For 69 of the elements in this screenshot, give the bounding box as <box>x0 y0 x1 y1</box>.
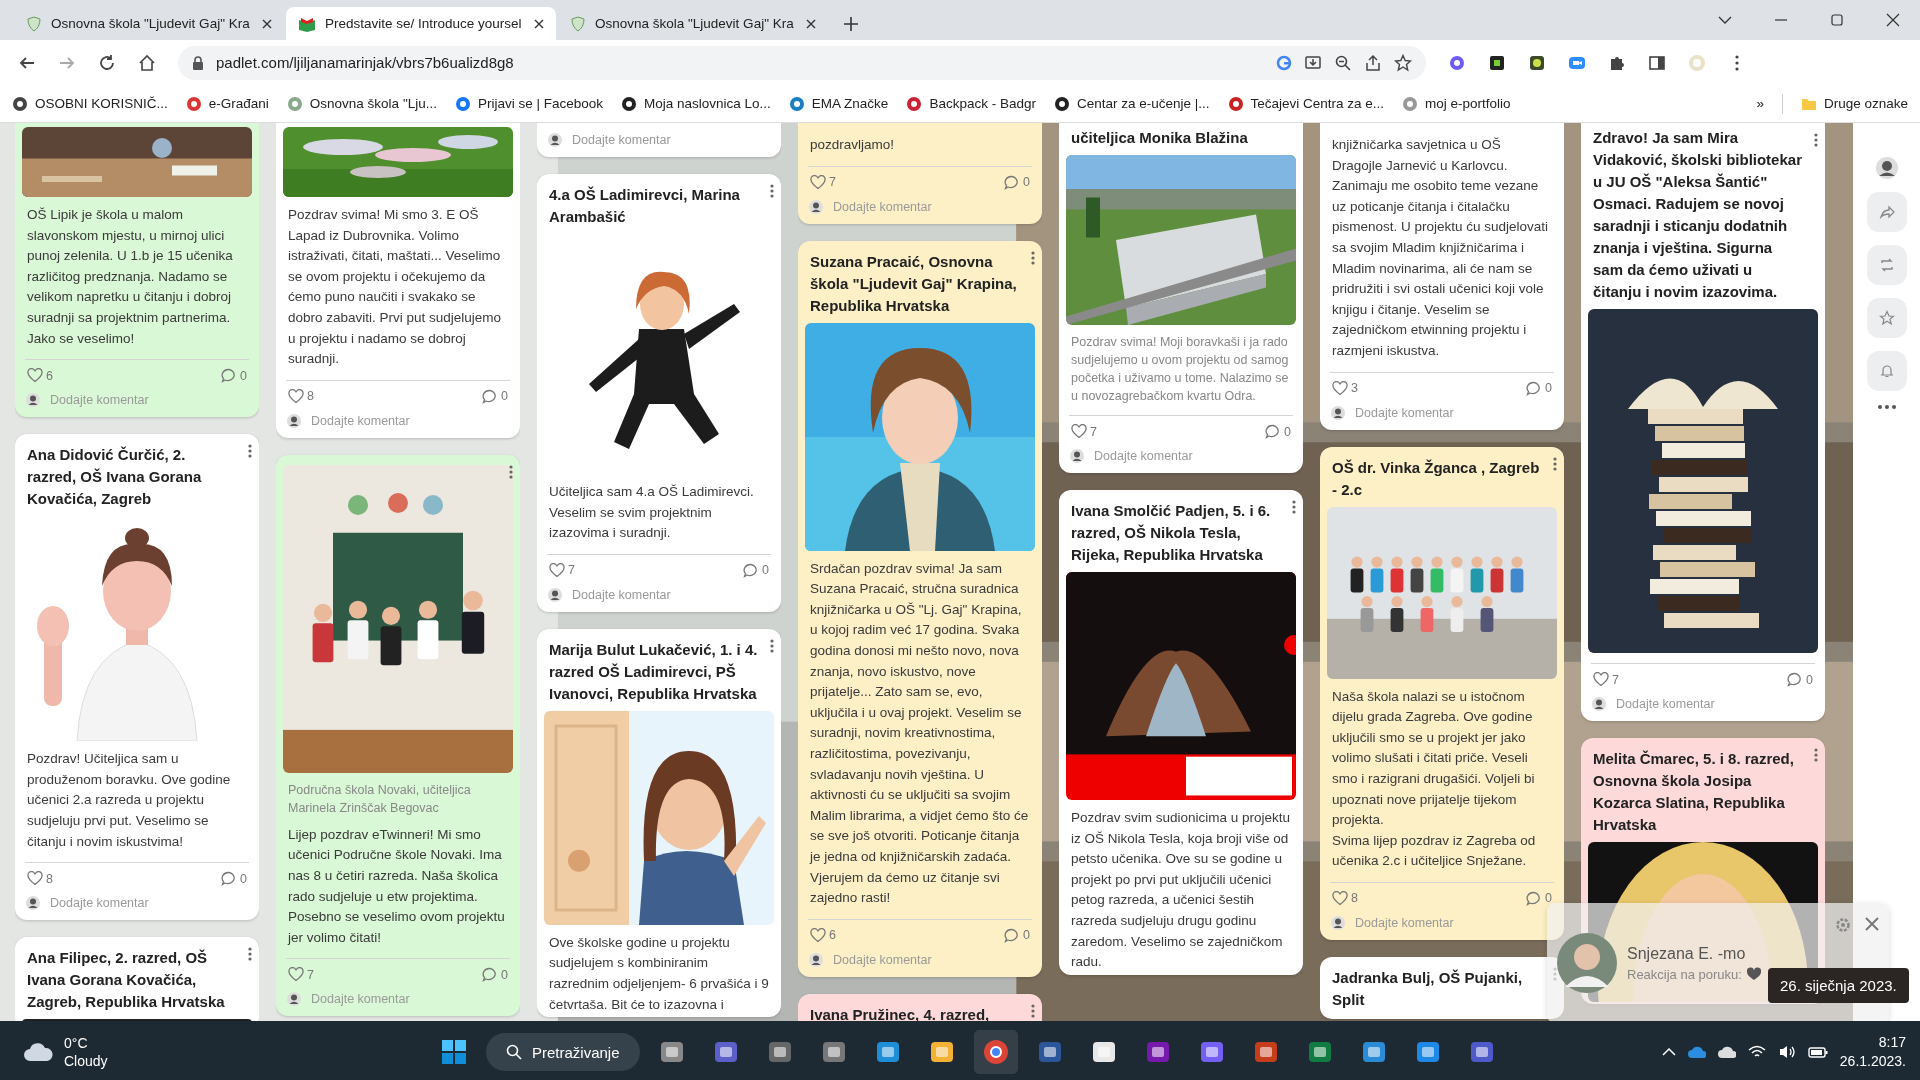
close-icon[interactable] <box>262 18 272 29</box>
bookmark[interactable]: Backpack - Badgr <box>906 95 1036 112</box>
browser-tab[interactable]: Osnovna škola "Ljudevit Gaj" Kra <box>558 7 828 40</box>
bell-icon <box>1878 363 1895 379</box>
maximize-icon[interactable] <box>1830 13 1844 27</box>
cloud-icon <box>22 1041 54 1063</box>
star-icon <box>1878 310 1895 326</box>
new-tab-icon[interactable] <box>844 17 858 31</box>
search-button[interactable]: Pretraživanje <box>486 1033 640 1071</box>
shield-icon <box>26 15 42 32</box>
browser-tab[interactable]: Predstavite se/ Introduce yoursel <box>286 7 556 40</box>
site-icon <box>12 95 28 112</box>
folder-icon <box>1800 96 1817 111</box>
temperature: 0°C <box>64 1034 89 1052</box>
weather-label: Cloudy <box>64 1052 108 1070</box>
bookmark[interactable]: OSOBNI KORISNIČ... <box>12 95 168 112</box>
bookmark[interactable]: moj e-portfolio <box>1402 95 1511 112</box>
site-icon <box>788 95 805 112</box>
profile-icon <box>1688 53 1706 72</box>
menu-icon <box>1735 53 1739 72</box>
book-icon <box>298 15 316 32</box>
cloud-icon[interactable] <box>1717 1045 1736 1059</box>
address-bar[interactable]: padlet.com/ljiljanamarinjak/vbrs7b6ualizd8g8 <box>178 45 1426 80</box>
sidebar-icon <box>1648 53 1666 72</box>
search-icon <box>506 1044 522 1060</box>
bookmark[interactable]: Osnovna škola "Lju... <box>286 95 437 112</box>
extension-icon <box>1528 53 1546 72</box>
bookmark[interactable]: Moja naslovnica Lo... <box>621 95 771 112</box>
more-icon[interactable] <box>1876 404 1897 410</box>
lock-icon <box>192 55 204 70</box>
close-icon[interactable] <box>806 18 816 29</box>
site-icon <box>1402 95 1419 112</box>
extension-icon <box>1448 53 1466 72</box>
speaker-icon[interactable] <box>1777 1044 1796 1060</box>
share-icon[interactable] <box>1364 53 1382 72</box>
site-icon <box>1053 95 1070 112</box>
app-icon[interactable] <box>973 1030 1018 1074</box>
favorite-button[interactable] <box>1866 298 1907 338</box>
bookmark[interactable]: Prijavi se | Facebook <box>454 95 603 112</box>
windows-icon <box>441 1039 467 1065</box>
star-icon[interactable] <box>1394 53 1412 72</box>
reload-icon <box>98 53 116 72</box>
site-icon <box>1227 95 1244 112</box>
close-icon[interactable] <box>1886 13 1900 27</box>
battery-icon[interactable] <box>1807 1045 1828 1059</box>
bookmark[interactable]: EMA Značke <box>788 95 889 112</box>
clock[interactable]: 8:17 26.1.2023. <box>1839 1033 1906 1071</box>
site-icon <box>454 95 471 112</box>
bookmark-folder[interactable]: Druge oznake <box>1800 96 1908 111</box>
home-icon <box>138 53 156 72</box>
bookmark[interactable]: e-Građani <box>185 95 269 112</box>
browser-tab[interactable]: Osnovna škola "Ljudevit Gaj" Kra <box>14 7 284 40</box>
share-icon <box>1878 204 1895 220</box>
remake-button[interactable] <box>1866 245 1907 285</box>
repeat-icon <box>1878 257 1895 273</box>
bookmark[interactable]: Tečajevi Centra za e... <box>1227 95 1385 112</box>
zoom-icon[interactable] <box>1334 53 1352 72</box>
install-icon[interactable] <box>1304 53 1322 72</box>
extension-icon <box>1488 53 1506 72</box>
site-icon <box>286 95 303 112</box>
g-icon[interactable] <box>1276 54 1292 71</box>
avatar-icon[interactable] <box>1875 157 1898 179</box>
more-bookmarks-button[interactable]: » <box>1756 96 1764 111</box>
bookmark[interactable]: Centar za e-učenje |... <box>1053 95 1210 112</box>
site-icon <box>185 95 202 112</box>
close-icon[interactable] <box>534 18 544 29</box>
site-icon <box>906 95 923 112</box>
shield-icon <box>570 15 586 32</box>
site-icon <box>621 95 637 112</box>
